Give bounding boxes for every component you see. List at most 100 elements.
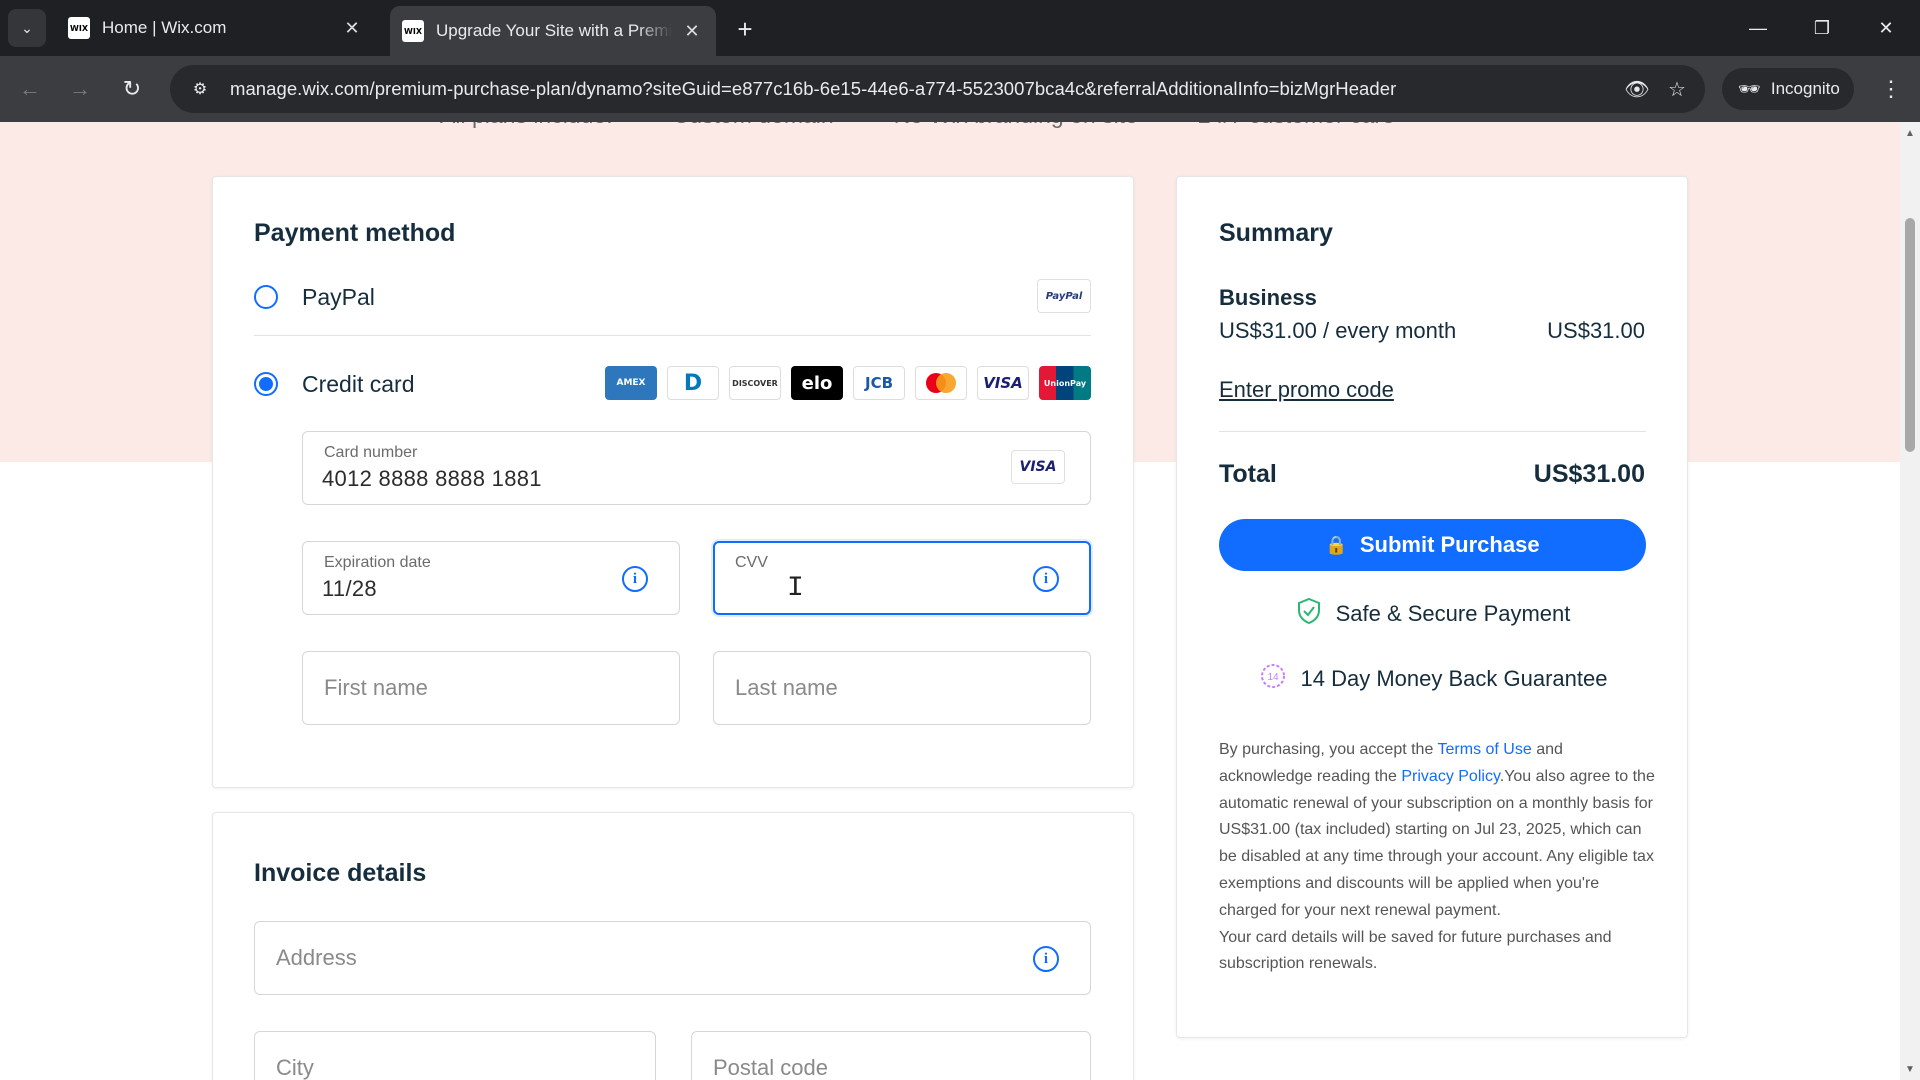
- credit-card-label[interactable]: Credit card: [302, 371, 414, 398]
- paypal-label[interactable]: PayPal: [302, 284, 375, 311]
- total-label: Total: [1219, 460, 1277, 488]
- postal-code-field[interactable]: Postal code: [691, 1031, 1091, 1080]
- incognito-icon: 🕶: [1738, 78, 1761, 99]
- includes-item: No Wix branding on site: [894, 122, 1138, 132]
- card-number-label: Card number: [324, 444, 418, 461]
- plan-name: Business: [1219, 285, 1317, 310]
- url-text[interactable]: manage.wix.com/premium-purchase-plan/dyn…: [230, 78, 1617, 100]
- browser-tab-bar: ⌄ WIX Home | Wix.com ✕ WIX Upgrade Your …: [0, 0, 1920, 56]
- plan-includes-strip: All plans include: Custom domain No Wix …: [440, 122, 1395, 132]
- legal-text-4: Your card details will be saved for futu…: [1219, 928, 1612, 973]
- visa-icon: VISA: [977, 366, 1029, 400]
- tab-close-icon[interactable]: ✕: [340, 16, 364, 40]
- includes-label: All plans include:: [440, 122, 613, 132]
- legal-text: By purchasing, you accept the Terms of U…: [1219, 737, 1655, 978]
- info-icon[interactable]: i: [1033, 946, 1059, 972]
- tab-search-button[interactable]: ⌄: [8, 9, 46, 47]
- tab-close-icon[interactable]: ✕: [680, 19, 704, 43]
- close-window-icon[interactable]: ✕: [1866, 10, 1906, 46]
- forward-icon[interactable]: →: [62, 71, 98, 107]
- info-icon[interactable]: i: [1033, 566, 1059, 592]
- tab-title: Home | Wix.com: [102, 18, 227, 37]
- incognito-label: Incognito: [1770, 79, 1840, 98]
- invoice-details-heading: Invoice details: [254, 859, 427, 887]
- divider: [1219, 431, 1646, 432]
- scroll-up-icon[interactable]: ▲: [1904, 126, 1916, 140]
- first-name-field[interactable]: First name: [302, 651, 680, 725]
- tab-upgrade-site[interactable]: WIX Upgrade Your Site with a Premium Pla…: [390, 6, 716, 56]
- info-icon[interactable]: i: [622, 566, 648, 592]
- address-bar[interactable]: ⚙ manage.wix.com/premium-purchase-plan/d…: [170, 65, 1705, 113]
- plan-billing: US$31.00 / every month: [1219, 318, 1457, 343]
- submit-purchase-label: Submit Purchase: [1359, 532, 1540, 557]
- expiration-date-field[interactable]: Expiration date 11/28 i: [302, 541, 680, 615]
- cvv-field[interactable]: CVV i I: [713, 541, 1091, 615]
- payment-method-card: Payment method PayPal PayPal Credit card…: [212, 176, 1134, 788]
- enter-promo-code-link[interactable]: Enter promo code: [1219, 377, 1394, 403]
- discover-icon: DISCOVER: [729, 366, 781, 400]
- page-scrollbar[interactable]: ▲ ▼: [1900, 122, 1920, 1080]
- minimize-icon[interactable]: —: [1738, 10, 1778, 46]
- credit-card-radio[interactable]: [254, 372, 278, 396]
- money-back-guarantee: 14 14 Day Money Back Guarantee: [1177, 662, 1689, 696]
- invoice-details-card: Invoice details Address i City Postal co…: [212, 812, 1134, 1080]
- legal-text-1: By purchasing, you accept the: [1219, 741, 1438, 758]
- tab-home-wix[interactable]: WIX Home | Wix.com ✕: [56, 8, 376, 48]
- svg-text:14: 14: [1267, 672, 1279, 683]
- site-info-icon[interactable]: ⚙: [180, 79, 220, 99]
- visa-detected-icon: VISA: [1011, 450, 1065, 484]
- terms-of-use-link[interactable]: Terms of Use: [1438, 741, 1532, 758]
- diners-club-icon: D: [667, 366, 719, 400]
- incognito-indicator[interactable]: 🕶 Incognito: [1722, 68, 1854, 110]
- plan-price: US$31.00: [1547, 318, 1645, 343]
- summary-card: Summary Business US$31.00 / every month …: [1176, 176, 1688, 1038]
- postal-code-placeholder: Postal code: [713, 1055, 828, 1080]
- wix-favicon-icon: WIX: [402, 20, 424, 42]
- includes-item: 24/7 customer care: [1198, 122, 1395, 132]
- bookmark-star-icon[interactable]: ☆: [1657, 69, 1697, 109]
- new-tab-icon[interactable]: +: [730, 14, 760, 44]
- jcb-icon: JCB: [853, 366, 905, 400]
- unionpay-icon: UnionPay: [1039, 366, 1091, 400]
- browser-menu-icon[interactable]: ⋮: [1875, 71, 1907, 107]
- scroll-down-icon[interactable]: ▼: [1904, 1062, 1916, 1076]
- reload-icon[interactable]: ↻: [114, 71, 150, 107]
- city-placeholder: City: [276, 1055, 314, 1080]
- last-name-field[interactable]: Last name: [713, 651, 1091, 725]
- restore-icon[interactable]: ❐: [1802, 10, 1842, 46]
- address-placeholder: Address: [276, 945, 357, 970]
- back-icon[interactable]: ←: [12, 71, 48, 107]
- last-name-placeholder: Last name: [735, 675, 838, 700]
- includes-item: Custom domain: [673, 122, 834, 132]
- wix-favicon-icon: WIX: [68, 17, 90, 39]
- summary-heading: Summary: [1219, 219, 1333, 247]
- browser-toolbar: ← → ↻ ⚙ manage.wix.com/premium-purchase-…: [0, 56, 1920, 122]
- city-field[interactable]: City: [254, 1031, 656, 1080]
- address-field[interactable]: Address i: [254, 921, 1091, 995]
- mastercard-circles-icon: [926, 373, 956, 393]
- eye-off-icon[interactable]: 👁: [1617, 69, 1657, 109]
- expiration-date-label: Expiration date: [324, 554, 431, 571]
- expiration-date-value[interactable]: 11/28: [322, 576, 377, 602]
- cvv-label: CVV: [735, 554, 768, 571]
- money-back-label: 14 Day Money Back Guarantee: [1300, 666, 1608, 691]
- paypal-radio[interactable]: [254, 285, 278, 309]
- safe-secure-label: Safe & Secure Payment: [1335, 601, 1571, 626]
- card-number-field[interactable]: Card number 4012 8888 8888 1881 VISA: [302, 431, 1091, 505]
- tab-title: Upgrade Your Site with a Premium Plan: [436, 21, 672, 40]
- mastercard-icon: [915, 366, 967, 400]
- safe-secure-payment: Safe & Secure Payment: [1177, 597, 1689, 631]
- submit-purchase-button[interactable]: 🔒 Submit Purchase: [1219, 519, 1646, 571]
- page-content: All plans include: Custom domain No Wix …: [0, 122, 1900, 1080]
- shield-check-icon: [1296, 597, 1322, 631]
- scrollbar-thumb[interactable]: [1905, 218, 1915, 452]
- privacy-policy-link[interactable]: Privacy Policy: [1401, 768, 1499, 785]
- total-value: US$31.00: [1533, 460, 1645, 488]
- lock-icon: 🔒: [1325, 534, 1348, 555]
- elo-icon: elo: [791, 366, 843, 400]
- card-number-value[interactable]: 4012 8888 8888 1881: [322, 466, 542, 492]
- money-back-badge-icon: 14: [1259, 662, 1287, 696]
- text-cursor-icon: I: [787, 573, 804, 604]
- amex-icon: AMEX: [605, 366, 657, 400]
- legal-text-3: .You also agree to the automatic renewal…: [1219, 767, 1655, 919]
